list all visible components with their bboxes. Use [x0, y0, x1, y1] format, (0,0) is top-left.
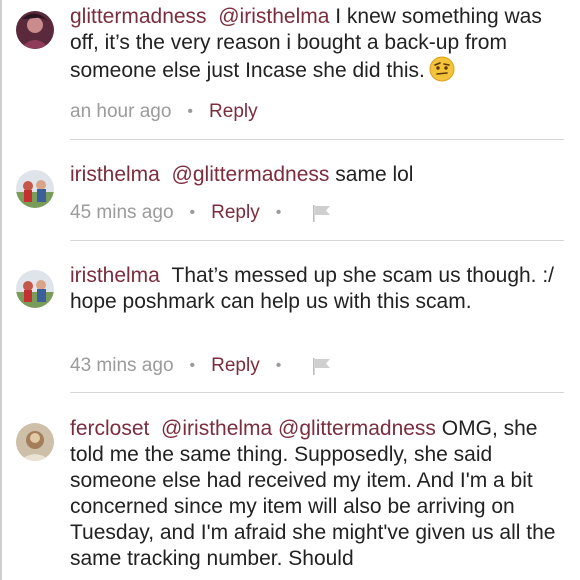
- separator-dot: •: [189, 204, 196, 221]
- avatar[interactable]: [16, 11, 54, 49]
- flag-icon[interactable]: [311, 203, 333, 223]
- reply-button[interactable]: Reply: [211, 202, 260, 224]
- comment-meta: an hour ago • Reply: [70, 98, 258, 126]
- comment-username[interactable]: iristhelma: [70, 163, 160, 186]
- comment-body: glittermadness @iristhelma I knew someth…: [70, 4, 570, 84]
- comment-username[interactable]: fercloset: [70, 417, 149, 440]
- comment-meta: 45 mins ago • Reply •: [70, 199, 333, 227]
- reply-button[interactable]: Reply: [211, 355, 260, 377]
- comment-body: fercloset @iristhelma @glittermadness OM…: [70, 416, 570, 572]
- separator-dot: •: [275, 357, 282, 374]
- comment-timestamp: 43 mins ago: [70, 355, 174, 376]
- comment-timestamp: an hour ago: [70, 101, 172, 122]
- separator-dot: •: [187, 103, 194, 120]
- left-border: [0, 0, 2, 580]
- avatar[interactable]: [16, 270, 54, 308]
- divider: [70, 139, 564, 140]
- comment-mention[interactable]: @iristhelma @glittermadness: [161, 417, 436, 440]
- separator-dot: •: [189, 357, 196, 374]
- comment-username[interactable]: iristhelma: [70, 264, 160, 287]
- comment-body: iristhelma @glittermadness same lol: [70, 162, 570, 188]
- avatar[interactable]: [16, 170, 54, 208]
- raised-eyebrow-face-icon: [429, 56, 455, 82]
- reply-button[interactable]: Reply: [209, 101, 258, 123]
- comment-timestamp: 45 mins ago: [70, 202, 174, 223]
- comment-text: same lol: [335, 163, 414, 186]
- divider: [70, 392, 564, 393]
- avatar[interactable]: [16, 423, 54, 461]
- separator-dot: •: [275, 204, 282, 221]
- comment-username[interactable]: glittermadness: [70, 5, 207, 28]
- comment-mention[interactable]: @glittermadness: [172, 163, 330, 186]
- comment-mention[interactable]: @iristhelma: [218, 5, 329, 28]
- flag-icon[interactable]: [311, 356, 333, 376]
- comment-body: iristhelma That’s messed up she scam us …: [70, 263, 570, 315]
- divider: [70, 240, 564, 241]
- comment-meta: 43 mins ago • Reply •: [70, 352, 333, 380]
